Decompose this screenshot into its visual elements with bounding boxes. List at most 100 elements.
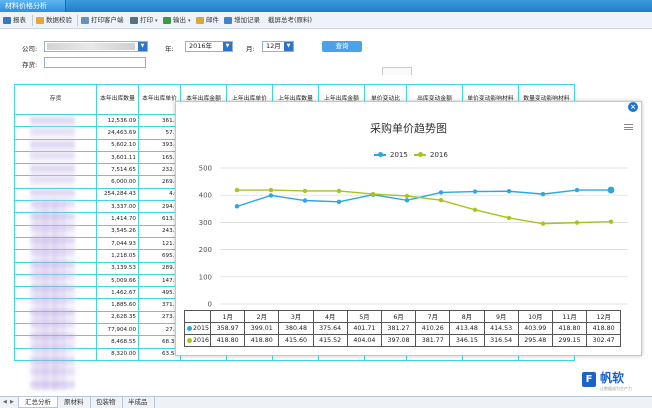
y-tick-label: 300 (199, 219, 212, 227)
data-point-2015 (234, 204, 240, 209)
data-point-2016 (404, 193, 410, 199)
data-check-button[interactable]: 数据校验 (36, 14, 72, 27)
chevron-down-icon[interactable]: ▼ (284, 42, 293, 51)
grid-header-cell[interactable]: 存货 (14, 84, 97, 115)
chart-data-table: 1月 2月 3月 4月 5月 6月 7月 8月 9月 10月 11月 12月 2015 358.97 399… (184, 310, 622, 347)
data-label: 418.80 (551, 322, 588, 335)
data-point-2015 (540, 191, 546, 197)
table-cell: 3,337.00 (96, 200, 139, 214)
company-label: 公司: (22, 45, 38, 53)
scroll-handle[interactable] (382, 67, 412, 75)
y-tick-label: 400 (199, 192, 212, 200)
chevron-down-icon: ▾ (188, 18, 191, 24)
table-cell: 5,602.10 (96, 138, 139, 152)
data-point-2016 (506, 215, 512, 221)
query-button[interactable]: 查询 (322, 41, 362, 52)
last-sheet-icon[interactable]: ▶ (10, 399, 16, 406)
redacted-company (47, 43, 135, 50)
company-select[interactable]: ▼ (44, 41, 148, 52)
month-value: 12月 (266, 42, 281, 50)
data-label: 401.71 (346, 322, 382, 335)
table-cell: 3,601.11 (96, 150, 139, 165)
data-point-2015 (607, 186, 615, 194)
data-point-2016 (574, 220, 580, 225)
data-point-2015 (438, 190, 444, 195)
data-label: 418.80 (586, 322, 622, 335)
toolbar-divider (77, 15, 78, 26)
data-label: 399.01 (244, 322, 280, 335)
email-button[interactable]: 邮件 (196, 14, 219, 27)
data-label: 302.47 (586, 334, 622, 347)
data-point-2016 (608, 219, 614, 224)
add-record-icon (224, 17, 232, 24)
sheet-tab-semi-finished[interactable]: 半成品 (122, 397, 155, 408)
export-icon (163, 17, 171, 24)
print-client-button[interactable]: 打印客户端 (81, 14, 124, 27)
table-cell: 24,463.69 (96, 126, 139, 140)
add-record-button[interactable]: 增加记录 (224, 14, 260, 27)
report-icon (3, 17, 11, 24)
table-cell: 7,044.93 (96, 236, 139, 251)
data-point-2015 (302, 198, 308, 203)
data-label: 375.64 (312, 322, 348, 335)
export-button[interactable]: 输出 ▾ (163, 14, 191, 27)
year-select[interactable]: 2016年 ▼ (185, 41, 233, 52)
sheet-tabs: ◀ ▶ 汇总分析 原材料 包装物 半成品 (0, 396, 652, 408)
first-sheet-icon[interactable]: ◀ (3, 399, 9, 406)
table-cell: 7,514.65 (96, 163, 139, 177)
series-name-cell: 2015 (184, 322, 211, 335)
data-label: 299.15 (551, 334, 588, 347)
add-record-label: 增加记录 (234, 16, 260, 24)
stock-input[interactable] (44, 57, 146, 68)
print-client-label: 打印客户端 (91, 16, 124, 24)
table-cell: 1,414.70 (96, 212, 139, 226)
data-point-2015 (472, 189, 478, 194)
data-label: 316.54 (483, 334, 519, 347)
tab-material-price-analysis[interactable]: 材料价格分析 (0, 0, 66, 12)
table-cell: 3,139.53 (96, 261, 139, 275)
data-label: 358.97 (209, 322, 246, 335)
finereport-logo: F 帆软 让数据成为生产力 (582, 370, 648, 394)
sheet-tab-packaging[interactable]: 包装物 (90, 397, 123, 408)
x-tick-label: 3月 (278, 310, 314, 323)
series-row: 2016 418.80 418.80 415.60 415.52 404.04 397.08… (184, 334, 622, 347)
export-label: 输出 (173, 16, 186, 24)
data-label: 415.60 (278, 334, 314, 347)
x-tick-label: 12月 (586, 310, 622, 323)
print-label: 打印 (140, 16, 153, 24)
sheet-tab-summary[interactable]: 汇总分析 (18, 397, 58, 408)
year-value: 2016年 (189, 42, 213, 50)
window-titlebar: 材料价格分析 (0, 0, 652, 12)
y-tick-label: 200 (199, 246, 212, 254)
x-tick-label: 11月 (551, 310, 588, 323)
report-button[interactable]: 报表 (3, 14, 26, 27)
chart-popup: × 采购单价趋势图 2015 2016 0 100 200 300 400 500 1月 2… (175, 101, 642, 356)
table-cell: 3,545.26 (96, 224, 139, 238)
report-name: 截屏总考(原料) (262, 14, 312, 27)
grid-header-cell[interactable]: 本年出库数量 (96, 84, 139, 115)
table-cell: 77,904.00 (96, 323, 139, 337)
data-label: 404.04 (346, 334, 382, 347)
logo-subtext: 让数据成为生产力 (600, 386, 632, 391)
data-label: 381.27 (380, 322, 417, 335)
sheet-tab-raw-material[interactable]: 原材料 (58, 397, 91, 408)
series-dot-icon (187, 337, 192, 343)
data-label: 295.48 (517, 334, 553, 347)
print-icon (130, 17, 138, 24)
month-select[interactable]: 12月 ▼ (262, 41, 294, 52)
data-point-2015 (506, 189, 512, 194)
check-icon (36, 17, 44, 24)
data-point-2016 (472, 207, 478, 213)
chevron-down-icon[interactable]: ▼ (138, 42, 147, 51)
table-cell: 1,218.05 (96, 249, 139, 263)
print-button[interactable]: 打印 ▾ (130, 14, 158, 27)
chevron-down-icon[interactable]: ▼ (223, 42, 232, 51)
month-label: 月: (246, 45, 255, 53)
data-point-2015 (336, 199, 342, 205)
data-point-2015 (404, 198, 410, 203)
table-cell: 8,320.00 (96, 347, 139, 361)
corner-cell (184, 310, 211, 323)
data-point-2016 (234, 187, 240, 193)
data-point-2016 (336, 188, 342, 194)
data-label: 414.53 (483, 322, 519, 335)
